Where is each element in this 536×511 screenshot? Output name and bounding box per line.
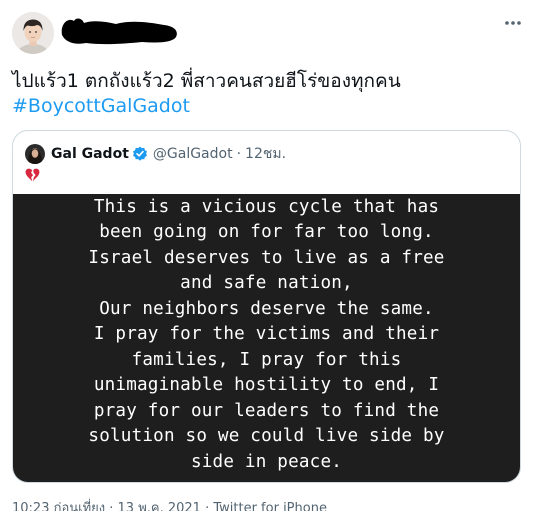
more-options-icon[interactable] — [504, 14, 522, 32]
tweet-text: ไปแร้ว1 ตกถังแร้ว2 พี่สาวคนสวยฮีโร่ของทุ… — [12, 70, 401, 92]
broken-heart-icon — [25, 167, 40, 186]
quoted-tweet-header: Gal Gadot @GalGadot · 12ชม. — [25, 144, 286, 164]
hashtag-link[interactable]: #BoycottGalGadot — [12, 94, 512, 119]
quoted-tweet-time[interactable]: 12ชม. — [245, 143, 286, 165]
tweet-body: ไปแร้ว1 ตกถังแร้ว2 พี่สาวคนสวยฮีโร่ของทุ… — [12, 69, 512, 119]
quoted-author-handle[interactable]: @GalGadot — [153, 146, 233, 162]
author-avatar[interactable] — [12, 12, 54, 54]
dot-separator: · — [236, 146, 242, 162]
name-redaction-mark — [61, 18, 177, 45]
quoted-tweet[interactable]: Gal Gadot @GalGadot · 12ชม. This is a vi… — [12, 130, 521, 483]
image-statement-text: This is a vicious cycle that has been go… — [88, 196, 445, 472]
tweet-timestamp[interactable]: 10:23 ก่อนเที่ยง · 13 พ.ค. 2021 · Twitte… — [12, 497, 327, 511]
quoted-author-avatar[interactable] — [25, 144, 45, 164]
verified-badge-icon — [132, 146, 148, 162]
quoted-tweet-image[interactable]: This is a vicious cycle that has been go… — [13, 194, 520, 482]
quoted-author-name[interactable]: Gal Gadot — [51, 146, 129, 162]
